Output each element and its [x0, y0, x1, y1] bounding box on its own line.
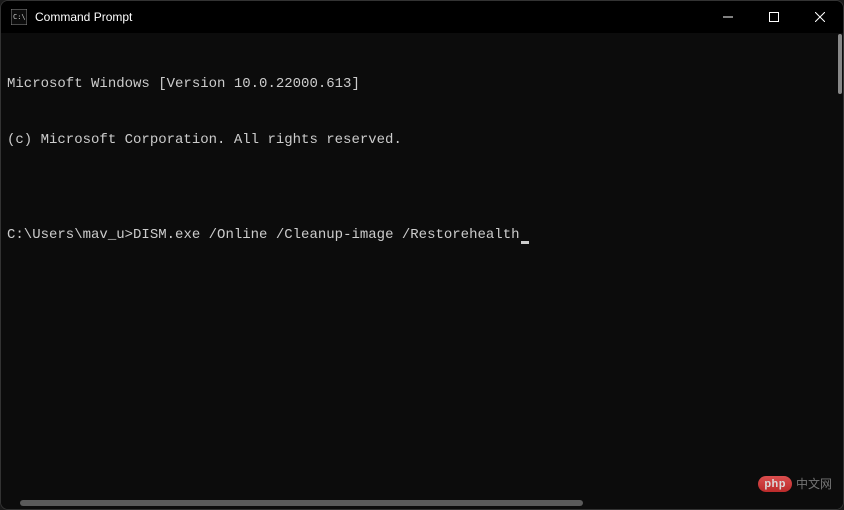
minimize-button[interactable]: [705, 1, 751, 33]
maximize-icon: [769, 12, 779, 22]
titlebar[interactable]: C:\ Command Prompt: [1, 1, 843, 33]
vertical-scrollbar[interactable]: [838, 34, 842, 94]
prompt-text: C:\Users\mav_u>: [7, 227, 133, 243]
cmd-icon: C:\: [11, 9, 27, 25]
watermark: php 中文网: [758, 475, 832, 492]
terminal-line: Microsoft Windows [Version 10.0.22000.61…: [7, 75, 837, 94]
terminal-prompt-line: C:\Users\mav_u>DISM.exe /Online /Cleanup…: [7, 226, 837, 245]
maximize-button[interactable]: [751, 1, 797, 33]
window-controls: [705, 1, 843, 33]
horizontal-scrollbar[interactable]: [20, 500, 824, 506]
horizontal-scrollbar-thumb[interactable]: [20, 500, 583, 506]
window-title: Command Prompt: [35, 10, 705, 24]
close-button[interactable]: [797, 1, 843, 33]
cursor: [521, 241, 529, 244]
terminal-output[interactable]: Microsoft Windows [Version 10.0.22000.61…: [1, 33, 843, 509]
minimize-icon: [723, 12, 733, 22]
watermark-badge: php: [758, 476, 792, 492]
command-prompt-window: C:\ Command Prompt Micr: [0, 0, 844, 510]
command-text: DISM.exe /Online /Cleanup-image /Restore…: [133, 227, 519, 243]
watermark-text: 中文网: [796, 475, 832, 492]
close-icon: [815, 12, 825, 22]
svg-text:C:\: C:\: [13, 13, 26, 21]
terminal-line: (c) Microsoft Corporation. All rights re…: [7, 131, 837, 150]
